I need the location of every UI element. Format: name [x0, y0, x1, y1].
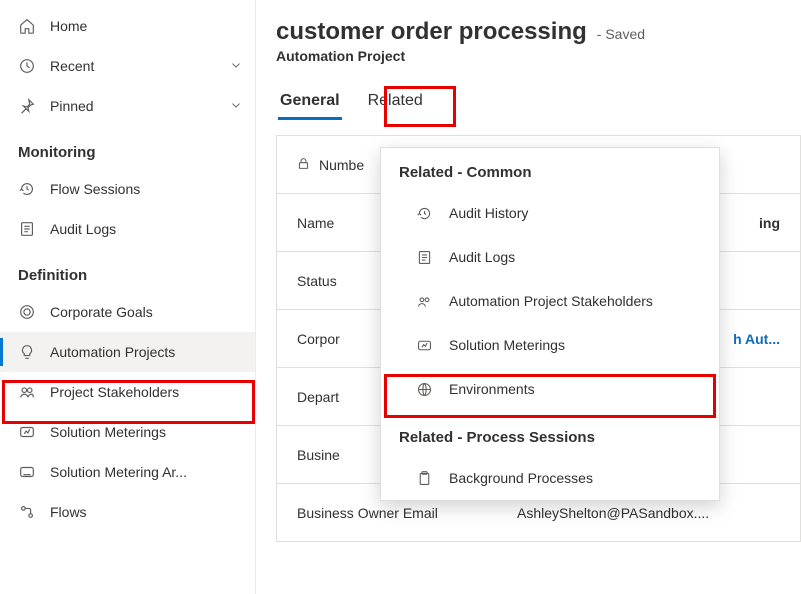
- field-value: ing: [759, 215, 780, 231]
- tab-related[interactable]: Related: [366, 86, 425, 120]
- tab-general[interactable]: General: [278, 86, 342, 120]
- nav-label: Home: [50, 18, 243, 34]
- nav-flows[interactable]: Flows: [0, 492, 255, 532]
- pin-icon: [18, 97, 36, 115]
- related-audit-logs[interactable]: Audit Logs: [381, 235, 719, 279]
- nav-label: Audit Logs: [50, 221, 243, 237]
- flow-icon: [18, 503, 36, 521]
- people-icon: [415, 292, 433, 310]
- menu-label: Audit Logs: [449, 249, 515, 265]
- related-dropdown: Related - Common Audit History Audit Log…: [380, 147, 720, 501]
- nav-label: Flows: [50, 504, 243, 520]
- nav-label: Pinned: [50, 98, 229, 114]
- nav-label: Solution Metering Ar...: [50, 464, 243, 480]
- field-label: Business Owner Email: [297, 505, 517, 521]
- nav-label: Automation Projects: [50, 344, 243, 360]
- menu-label: Solution Meterings: [449, 337, 565, 353]
- home-icon: [18, 17, 36, 35]
- sidebar: Home Recent Pinned Monitoring: [0, 0, 256, 594]
- nav-home[interactable]: Home: [0, 6, 255, 46]
- globe-icon: [415, 380, 433, 398]
- page-title: customer order processing: [276, 18, 587, 46]
- clock-icon: [18, 57, 36, 75]
- menu-label: Automation Project Stakeholders: [449, 293, 653, 309]
- menu-label: Audit History: [449, 205, 528, 221]
- nav-corporate-goals[interactable]: Corporate Goals: [0, 292, 255, 332]
- nav-project-stakeholders[interactable]: Project Stakeholders: [0, 372, 255, 412]
- dropdown-header-2: Related - Process Sessions: [381, 411, 719, 456]
- dropdown-header: Related - Common: [381, 148, 719, 191]
- clipboard-icon: [415, 469, 433, 487]
- related-background-processes[interactable]: Background Processes: [381, 456, 719, 500]
- related-environments[interactable]: Environments: [381, 367, 719, 411]
- section-monitoring: Monitoring: [0, 126, 255, 169]
- nav-audit-logs[interactable]: Audit Logs: [0, 209, 255, 249]
- menu-label: Environments: [449, 381, 535, 397]
- document-list-icon: [18, 220, 36, 238]
- nav-pinned[interactable]: Pinned: [0, 86, 255, 126]
- save-status: - Saved: [597, 26, 645, 42]
- nav-label: Project Stakeholders: [50, 384, 243, 400]
- history-icon: [415, 204, 433, 222]
- nav-label: Recent: [50, 58, 229, 74]
- nav-recent[interactable]: Recent: [0, 46, 255, 86]
- chevron-down-icon: [229, 58, 243, 75]
- lock-icon: [297, 157, 311, 173]
- entity-name: Automation Project: [276, 48, 801, 64]
- document-list-icon: [415, 248, 433, 266]
- related-audit-history[interactable]: Audit History: [381, 191, 719, 235]
- related-project-stakeholders[interactable]: Automation Project Stakeholders: [381, 279, 719, 323]
- related-solution-meterings[interactable]: Solution Meterings: [381, 323, 719, 367]
- nav-flow-sessions[interactable]: Flow Sessions: [0, 169, 255, 209]
- chevron-down-icon: [229, 98, 243, 115]
- field-value-link[interactable]: h Aut...: [733, 331, 780, 347]
- target-icon: [18, 303, 36, 321]
- meter-icon: [18, 463, 36, 481]
- people-icon: [18, 383, 36, 401]
- meter-icon: [18, 423, 36, 441]
- nav-automation-projects[interactable]: Automation Projects: [0, 332, 255, 372]
- nav-solution-meterings[interactable]: Solution Meterings: [0, 412, 255, 452]
- lightbulb-icon: [18, 343, 36, 361]
- nav-solution-metering-ar[interactable]: Solution Metering Ar...: [0, 452, 255, 492]
- nav-label: Flow Sessions: [50, 181, 243, 197]
- history-icon: [18, 180, 36, 198]
- menu-label: Background Processes: [449, 470, 593, 486]
- nav-label: Solution Meterings: [50, 424, 243, 440]
- meter-icon: [415, 336, 433, 354]
- nav-label: Corporate Goals: [50, 304, 243, 320]
- tabs: General Related: [276, 86, 801, 121]
- field-value: AshleyShelton@PASandbox....: [517, 505, 709, 521]
- section-definition: Definition: [0, 249, 255, 292]
